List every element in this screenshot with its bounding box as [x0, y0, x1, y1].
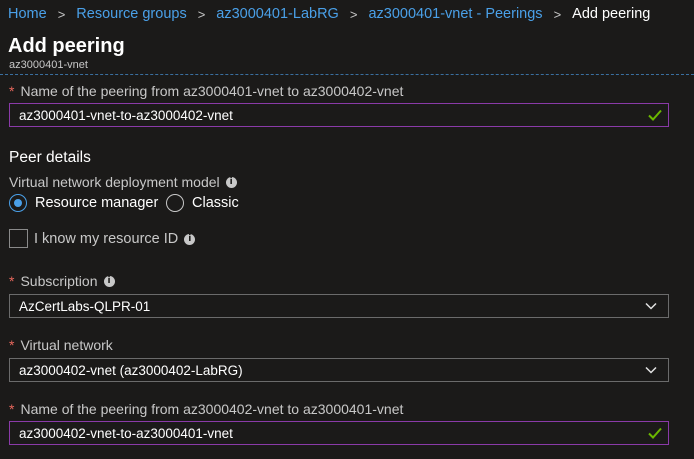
peering-name-label-text: Name of the peering from az3000401-vnet … [20, 83, 404, 99]
radio-resource-manager-label: Resource manager [35, 195, 159, 211]
peer-details-heading: Peer details [9, 149, 91, 166]
breadcrumb-home[interactable]: Home [8, 6, 47, 22]
radio-classic[interactable]: Classic [166, 193, 239, 213]
breadcrumb-resource-group[interactable]: az3000401-LabRG [216, 6, 339, 22]
subscription-label: * Subscription i [9, 273, 115, 289]
page-subtitle: az3000401-vnet [9, 59, 88, 71]
required-marker: * [9, 401, 15, 417]
subscription-value: AzCertLabs-QLPR-01 [19, 298, 151, 314]
breadcrumb-separator: > [197, 6, 206, 22]
check-icon [648, 427, 662, 439]
radio-resource-manager[interactable]: Resource manager [9, 193, 158, 213]
radio-classic-label: Classic [192, 195, 239, 211]
remote-peering-name-label: * Name of the peering from az3000402-vne… [9, 401, 403, 417]
deployment-model-label-text: Virtual network deployment model [9, 174, 220, 190]
breadcrumb-separator: > [553, 6, 562, 22]
required-marker: * [9, 273, 15, 289]
radio-button[interactable] [166, 194, 184, 212]
breadcrumb-peerings[interactable]: az3000401-vnet - Peerings [368, 6, 542, 22]
remote-peering-name-value: az3000402-vnet-to-az3000401-vnet [19, 425, 233, 441]
info-icon[interactable]: i [103, 275, 115, 287]
page-title: Add peering [8, 35, 125, 57]
header-divider [0, 74, 694, 75]
subscription-dropdown[interactable]: AzCertLabs-QLPR-01 [9, 294, 669, 318]
peering-name-input[interactable]: az3000401-vnet-to-az3000402-vnet [9, 103, 669, 127]
virtual-network-value: az3000402-vnet (az3000402-LabRG) [19, 362, 243, 378]
resource-id-label-text[interactable]: I know my resource ID [34, 231, 178, 247]
check-icon [648, 109, 662, 121]
info-icon[interactable]: i [225, 176, 237, 188]
breadcrumb-separator: > [349, 6, 358, 22]
peering-name-label: * Name of the peering from az3000401-vne… [9, 83, 403, 99]
chevron-down-icon [645, 302, 657, 310]
remote-peering-name-input[interactable]: az3000402-vnet-to-az3000401-vnet [9, 421, 669, 445]
chevron-down-icon [645, 366, 657, 374]
subscription-label-text: Subscription [20, 273, 98, 289]
required-marker: * [9, 83, 15, 99]
breadcrumb: Home > Resource groups > az3000401-LabRG… [8, 5, 650, 23]
breadcrumb-current: Add peering [572, 6, 651, 22]
virtual-network-label: * Virtual network [9, 337, 113, 353]
resource-id-checkbox[interactable] [9, 229, 28, 248]
breadcrumb-separator: > [57, 6, 66, 22]
required-marker: * [9, 337, 15, 353]
resource-id-label: I know my resource ID i [34, 231, 196, 247]
info-icon[interactable]: i [184, 233, 196, 245]
remote-peering-name-label-text: Name of the peering from az3000402-vnet … [20, 401, 404, 417]
peering-name-value: az3000401-vnet-to-az3000402-vnet [19, 107, 233, 123]
radio-button-selected[interactable] [9, 194, 27, 212]
virtual-network-dropdown[interactable]: az3000402-vnet (az3000402-LabRG) [9, 358, 669, 382]
virtual-network-label-text: Virtual network [20, 337, 113, 353]
deployment-model-label: Virtual network deployment model i [9, 174, 237, 190]
breadcrumb-resource-groups[interactable]: Resource groups [76, 6, 186, 22]
